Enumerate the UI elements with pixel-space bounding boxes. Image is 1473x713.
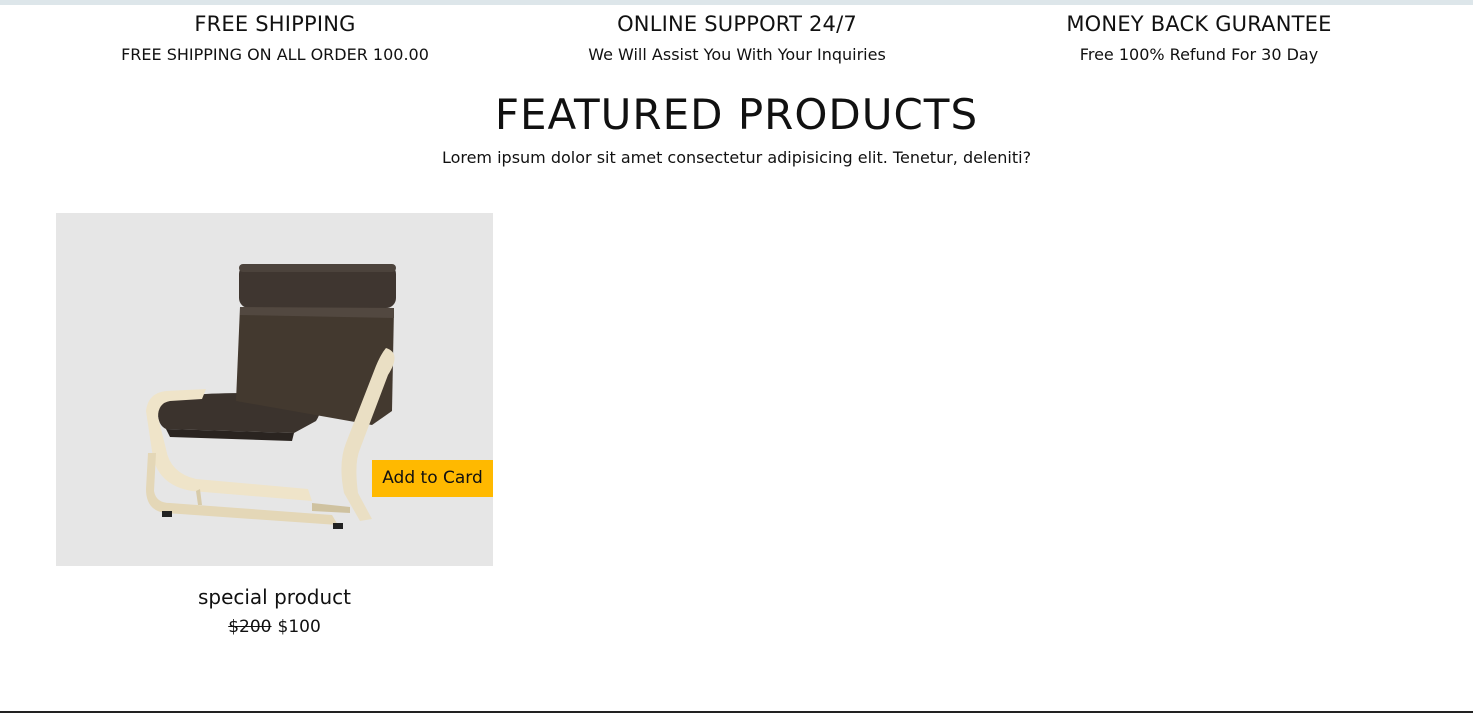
service-title: MONEY BACK GURANTEE [1066, 12, 1332, 36]
old-price: $200 [228, 617, 272, 637]
service-title: ONLINE SUPPORT 24/7 [617, 12, 857, 36]
add-to-cart-button[interactable]: Add to Card [372, 460, 493, 497]
featured-subtitle: Lorem ipsum dolor sit amet consectetur a… [441, 148, 1032, 167]
service-description: We Will Assist You With Your Inquiries [588, 45, 886, 64]
service-online-support: ONLINE SUPPORT 24/7 We Will Assist You W… [507, 9, 967, 67]
top-strip [0, 0, 1473, 5]
service-description: Free 100% Refund For 30 Day [1079, 45, 1319, 64]
product-card: Add to Card special product $200 $100 [56, 213, 493, 643]
product-name[interactable]: special product [56, 583, 493, 611]
services-strip: FREE SHIPPING FREE SHIPPING ON ALL ORDER… [0, 9, 1473, 79]
current-price: $100 [277, 617, 321, 637]
service-title: FREE SHIPPING [194, 12, 356, 36]
service-free-shipping: FREE SHIPPING FREE SHIPPING ON ALL ORDER… [45, 9, 505, 67]
service-money-back: MONEY BACK GURANTEE Free 100% Refund For… [969, 9, 1429, 67]
product-price: $200 $100 [56, 615, 493, 639]
service-description: FREE SHIPPING ON ALL ORDER 100.00 [121, 45, 429, 64]
product-image-area[interactable]: Add to Card [56, 213, 493, 566]
featured-title: FEATURED PRODUCTS [494, 90, 979, 139]
